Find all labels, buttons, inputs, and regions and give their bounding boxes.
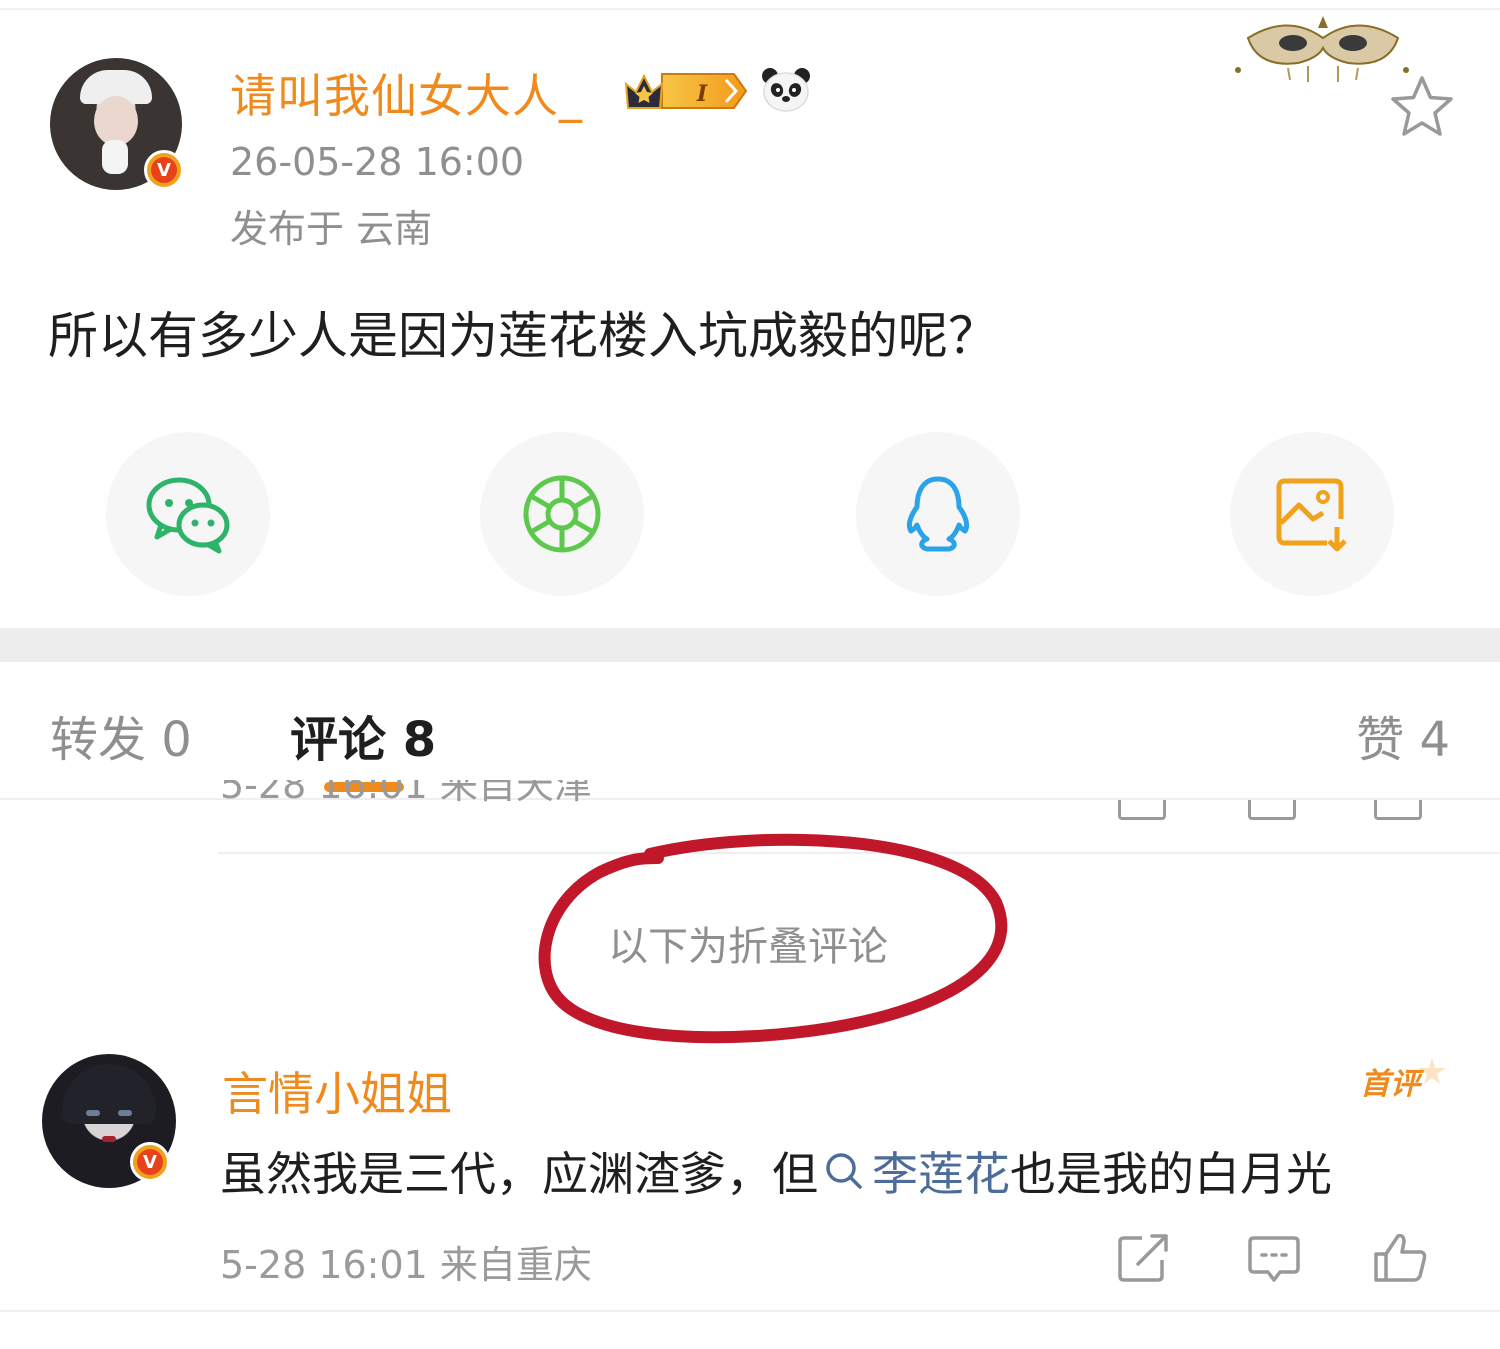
tab-repost[interactable]: 转发 0 <box>50 700 192 770</box>
comment-body: 虽然我是三代，应渊渣爹，但 李莲花 也是我的白月光 <box>220 1138 1332 1204</box>
favorite-star-icon[interactable] <box>1388 74 1456 140</box>
previous-like-icon[interactable] <box>1374 800 1422 820</box>
svg-text:首评: 首评 <box>1360 1067 1425 1102</box>
commenter-username[interactable]: 言情小姐姐 <box>222 1058 452 1124</box>
panda-emoji-icon <box>762 68 810 112</box>
folded-comments-label[interactable]: 以下为折叠评论 <box>608 914 888 972</box>
commenter-verified-badge-icon: V <box>130 1142 170 1182</box>
comment-text-before: 虽然我是三代，应渊渣爹，但 <box>220 1147 818 1201</box>
comment-meta: 5-28 16:01 来自重庆 <box>220 1243 592 1287</box>
comment-text-after: 也是我的白月光 <box>1010 1147 1332 1201</box>
previous-comment-meta: 5-28 16:01 来自天津 <box>220 780 592 807</box>
first-comment-badge: 首评 <box>1360 1058 1446 1102</box>
member-crown-badge-icon[interactable]: I <box>622 68 750 114</box>
search-icon <box>826 1153 862 1189</box>
share-moments-button[interactable] <box>480 432 644 596</box>
save-image-button[interactable] <box>1230 432 1394 596</box>
share-wechat-button[interactable] <box>106 432 270 596</box>
moments-shutter-icon <box>523 475 601 553</box>
post-body-text: 所以有多少人是因为莲花楼入坑成毅的呢？ <box>48 307 998 365</box>
reply-comment-icon[interactable] <box>1246 1232 1302 1284</box>
repost-icon[interactable] <box>1116 1232 1172 1284</box>
topic-link-text[interactable]: 李莲花 <box>872 1138 1010 1204</box>
level-badge-text: I <box>696 81 708 107</box>
like-thumb-icon[interactable] <box>1372 1232 1428 1284</box>
bottom-separator <box>0 1310 1500 1312</box>
save-image-icon <box>1276 478 1347 552</box>
author-username[interactable]: 请叫我仙女大人_ <box>230 60 583 126</box>
previous-repost-icon[interactable] <box>1118 800 1166 820</box>
tab-like[interactable]: 赞 4 <box>1356 700 1450 770</box>
qq-penguin-icon <box>906 476 970 552</box>
comment-separator <box>218 852 1500 854</box>
verified-badge-icon: V <box>144 150 184 190</box>
share-qq-button[interactable] <box>856 432 1020 596</box>
section-divider <box>0 628 1500 662</box>
post-location: 发布于 云南 <box>230 207 433 251</box>
tab-comment[interactable]: 评论 8 <box>290 700 436 770</box>
post-timestamp: 26-05-28 16:00 <box>230 140 525 184</box>
topic-search-link[interactable]: 李莲花 <box>818 1138 1010 1204</box>
wechat-icon <box>146 477 230 554</box>
previous-reply-icon[interactable] <box>1248 800 1296 820</box>
author-avatar[interactable]: V <box>50 58 184 190</box>
